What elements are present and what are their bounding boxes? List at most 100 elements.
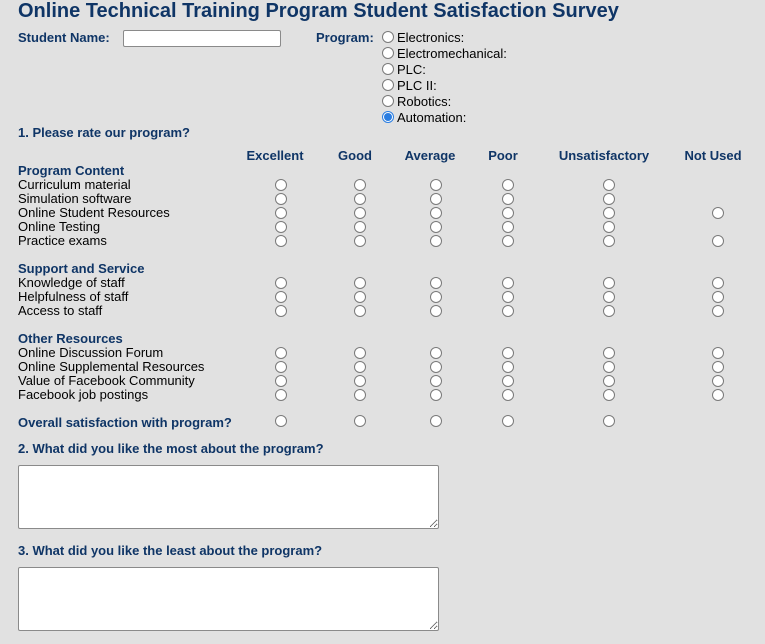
rating-radio[interactable] [502,305,514,317]
rating-radio[interactable] [502,235,514,247]
rating-radio[interactable] [430,389,442,401]
program-radio[interactable] [382,79,394,91]
overall-radio[interactable] [354,415,366,427]
rating-radio[interactable] [712,389,724,401]
rating-radio[interactable] [502,221,514,233]
rating-radio[interactable] [502,291,514,303]
program-radio[interactable] [382,47,394,59]
overall-radio[interactable] [275,415,287,427]
q3-textarea[interactable] [18,567,439,631]
rating-radio[interactable] [430,361,442,373]
column-header: Good [338,148,372,163]
rating-radio[interactable] [354,361,366,373]
column-header: Excellent [246,148,304,163]
rating-radio[interactable] [275,179,287,191]
program-label: Program: [316,30,374,45]
program-option[interactable]: PLC: [382,61,507,77]
program-radio[interactable] [382,111,394,123]
rating-radio[interactable] [275,221,287,233]
rating-radio[interactable] [430,207,442,219]
rating-radio[interactable] [502,389,514,401]
rating-radio[interactable] [275,207,287,219]
rating-radio[interactable] [603,179,615,191]
program-radio[interactable] [382,31,394,43]
rating-radio[interactable] [712,291,724,303]
rating-radio[interactable] [430,291,442,303]
rating-radio[interactable] [354,291,366,303]
rating-row-label: Online Discussion Forum [18,345,164,360]
column-header: Not Used [684,148,742,163]
student-name-input[interactable] [123,30,281,47]
rating-radio[interactable] [603,347,615,359]
section-title: Other Resources [18,331,123,346]
rating-radio[interactable] [275,305,287,317]
rating-radio[interactable] [603,291,615,303]
rating-radio[interactable] [502,179,514,191]
rating-radio[interactable] [354,305,366,317]
program-option[interactable]: Electronics: [382,29,507,45]
rating-radio[interactable] [603,305,615,317]
overall-radio[interactable] [603,415,615,427]
rating-radio[interactable] [502,375,514,387]
rating-radio[interactable] [712,361,724,373]
section-title: Program Content [18,163,125,178]
rating-radio[interactable] [275,389,287,401]
rating-radio[interactable] [275,375,287,387]
rating-radio[interactable] [603,235,615,247]
rating-radio[interactable] [603,361,615,373]
rating-radio[interactable] [430,347,442,359]
program-option-label: Electronics: [397,29,465,45]
rating-radio[interactable] [502,207,514,219]
overall-radio[interactable] [502,415,514,427]
program-option[interactable]: Robotics: [382,93,507,109]
rating-radio[interactable] [502,361,514,373]
rating-radio[interactable] [354,347,366,359]
rating-radio[interactable] [603,389,615,401]
rating-radio[interactable] [502,193,514,205]
rating-radio[interactable] [275,235,287,247]
rating-radio[interactable] [354,221,366,233]
rating-radio[interactable] [430,277,442,289]
program-option[interactable]: Electromechanical: [382,45,507,61]
rating-radio[interactable] [275,291,287,303]
rating-radio[interactable] [430,179,442,191]
rating-radio[interactable] [275,193,287,205]
rating-radio[interactable] [603,193,615,205]
q2-textarea[interactable] [18,465,439,529]
rating-radio[interactable] [712,305,724,317]
program-option[interactable]: Automation: [382,109,507,125]
rating-radio[interactable] [603,207,615,219]
rating-radio[interactable] [712,235,724,247]
program-option[interactable]: PLC II: [382,77,507,93]
rating-radio[interactable] [712,375,724,387]
rating-radio[interactable] [354,235,366,247]
rating-radio[interactable] [354,277,366,289]
rating-radio[interactable] [430,193,442,205]
rating-radio[interactable] [275,277,287,289]
rating-radio[interactable] [430,375,442,387]
rating-radio[interactable] [712,277,724,289]
rating-radio[interactable] [354,375,366,387]
q2-label: 2. What did you like the most about the … [18,441,324,456]
rating-radio[interactable] [354,193,366,205]
rating-radio[interactable] [603,221,615,233]
q3-label: 3. What did you like the least about the… [18,543,323,558]
rating-radio[interactable] [430,305,442,317]
rating-radio[interactable] [603,277,615,289]
rating-radio[interactable] [275,361,287,373]
rating-radio[interactable] [275,347,287,359]
rating-radio[interactable] [603,375,615,387]
rating-radio[interactable] [354,179,366,191]
rating-radio[interactable] [354,207,366,219]
rating-radio[interactable] [430,235,442,247]
program-radio[interactable] [382,95,394,107]
rating-radio[interactable] [502,277,514,289]
rating-radio[interactable] [502,347,514,359]
rating-radio[interactable] [712,207,724,219]
rating-radio[interactable] [712,347,724,359]
rating-row-label: Online Testing [18,219,101,234]
program-radio[interactable] [382,63,394,75]
rating-radio[interactable] [354,389,366,401]
rating-radio[interactable] [430,221,442,233]
overall-radio[interactable] [430,415,442,427]
